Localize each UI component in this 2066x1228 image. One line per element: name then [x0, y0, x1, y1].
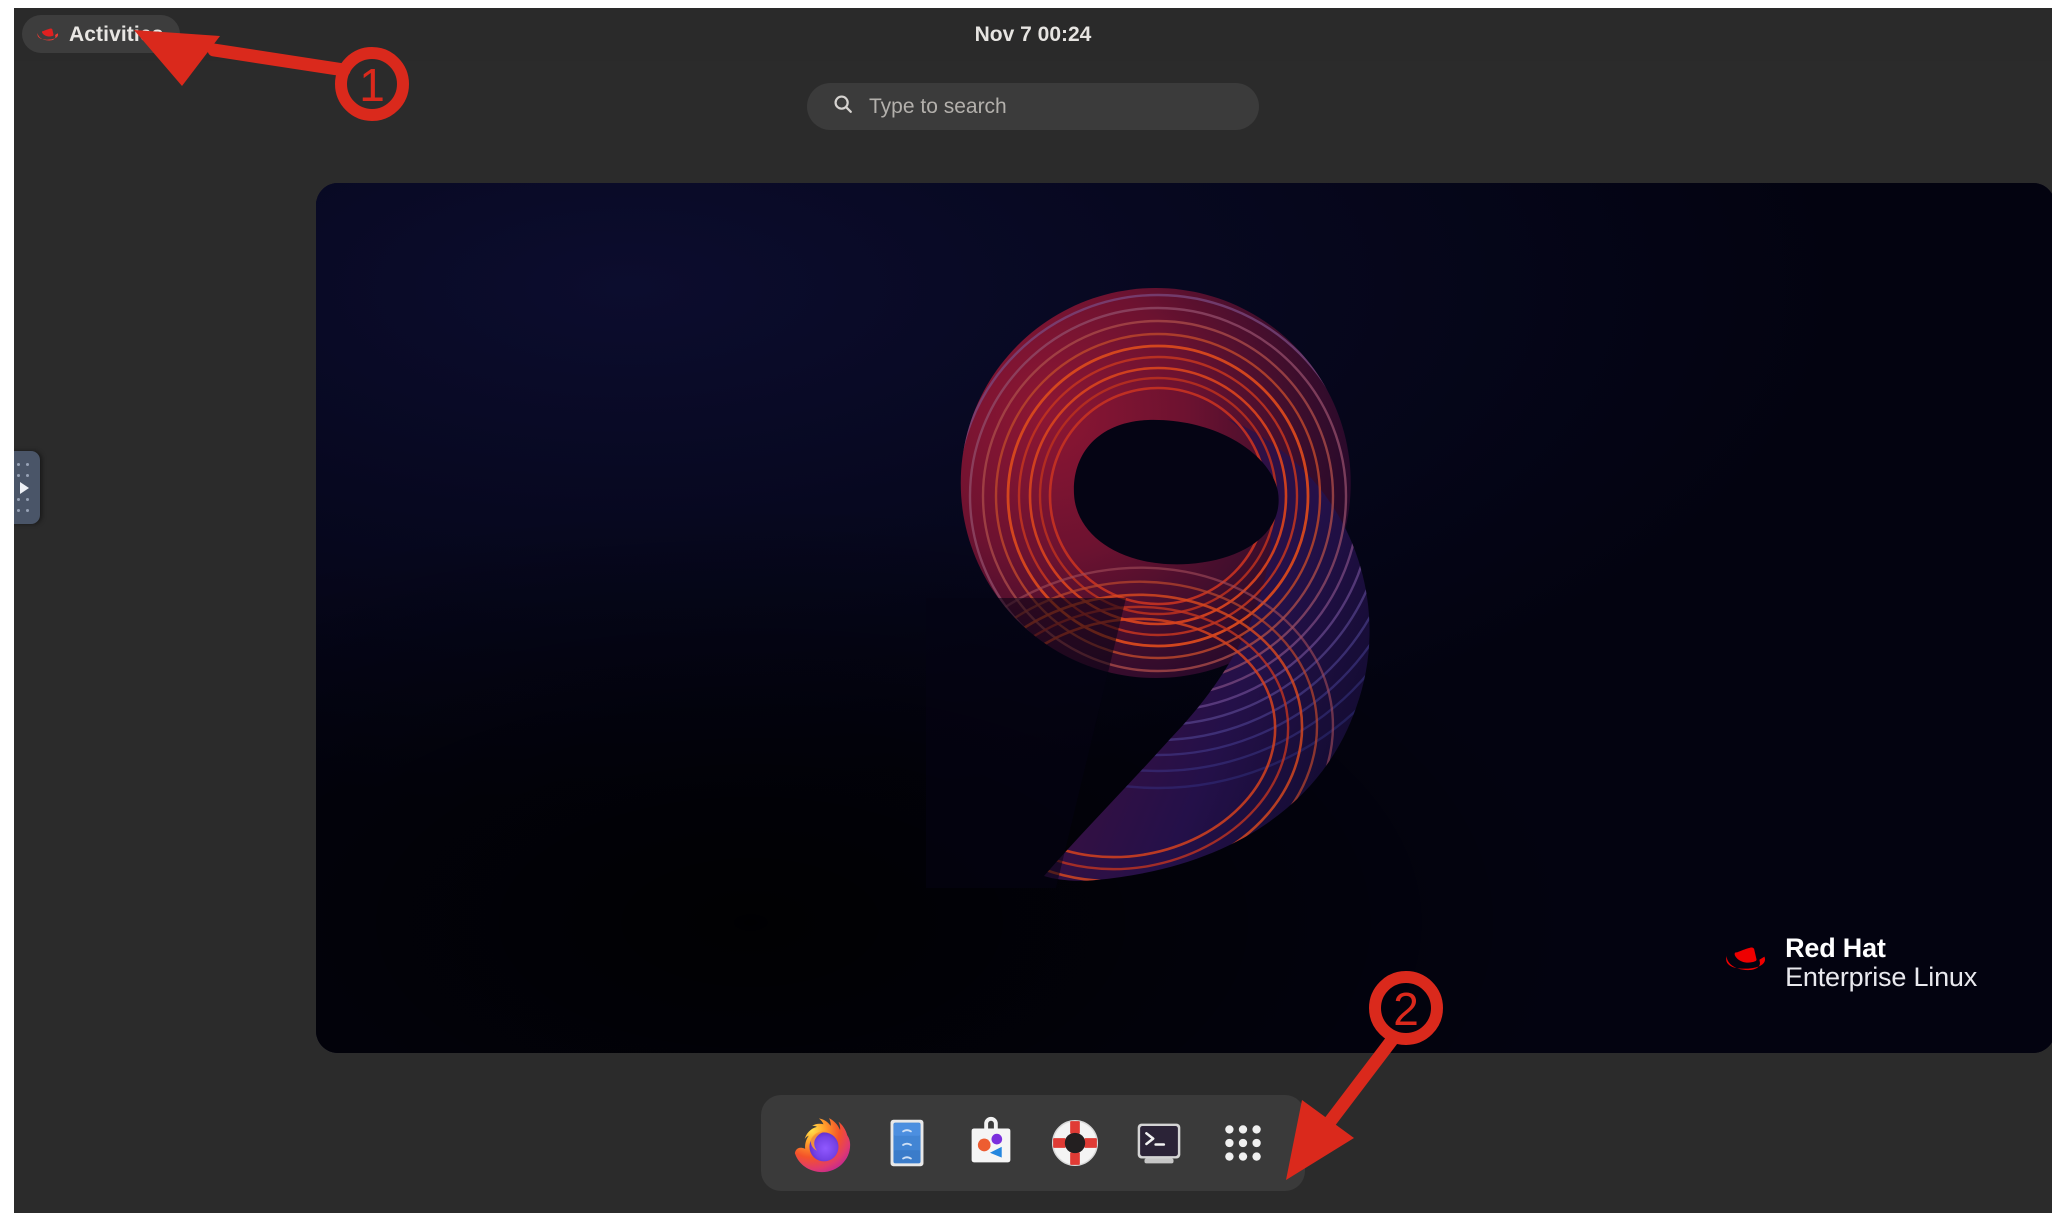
dash-item-app-grid[interactable] [1201, 1101, 1285, 1185]
search-placeholder: Type to search [869, 95, 1007, 119]
dash-item-terminal[interactable] [1117, 1101, 1201, 1185]
red-hat-fedora-icon [36, 26, 60, 43]
dash-item-help[interactable] [1033, 1101, 1117, 1185]
dash-item-software[interactable] [949, 1101, 1033, 1185]
wallpaper-nine-glyph [926, 268, 1406, 888]
brand-line-enterprise-linux: Enterprise Linux [1785, 963, 1977, 991]
dash-bar [761, 1095, 1305, 1191]
desktop-screen: Activities Nov 7 00:24 Type to search [14, 8, 2052, 1213]
rhel-brand-text: Red Hat Enterprise Linux [1785, 934, 1977, 991]
workspace-preview[interactable]: Red Hat Enterprise Linux [316, 183, 2052, 1053]
screenshot-root: Activities Nov 7 00:24 Type to search [0, 0, 2066, 1228]
clock-label: Nov 7 00:24 [975, 23, 1092, 47]
workspace-edge-handle[interactable] [14, 451, 40, 524]
brand-line-redhat: Red Hat [1785, 934, 1977, 962]
search-input[interactable]: Type to search [807, 83, 1259, 130]
top-bar: Activities Nov 7 00:24 [14, 8, 2052, 61]
red-hat-fedora-icon [1723, 943, 1769, 982]
rhel-branding: Red Hat Enterprise Linux [1723, 934, 1977, 991]
search-icon [832, 93, 854, 120]
clock-button[interactable]: Nov 7 00:24 [975, 8, 1092, 61]
dash-item-files[interactable] [865, 1101, 949, 1185]
activities-label: Activities [69, 24, 163, 45]
activities-button[interactable]: Activities [22, 15, 180, 53]
annotation-1-number: 1 [359, 59, 385, 111]
play-triangle-icon [20, 482, 29, 494]
dash-item-firefox[interactable] [781, 1101, 865, 1185]
